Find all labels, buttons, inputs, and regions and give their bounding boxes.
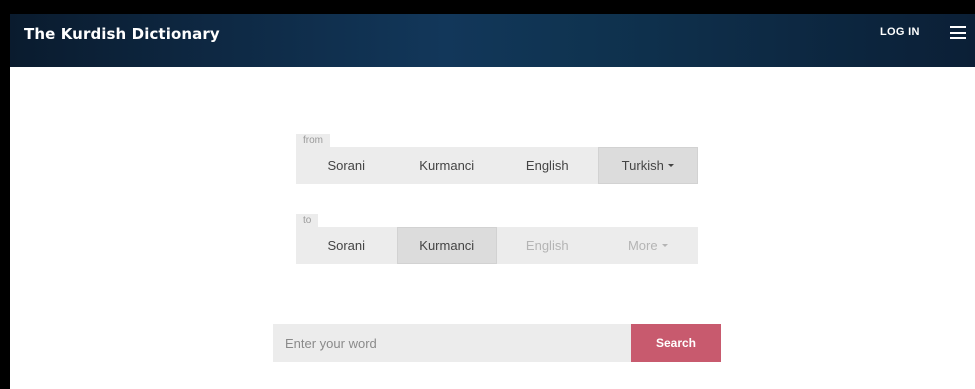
site-title[interactable]: The Kurdish Dictionary: [24, 25, 220, 43]
to-option-english[interactable]: English: [497, 227, 598, 264]
from-label: from: [296, 134, 330, 148]
to-option-sorani[interactable]: Sorani: [296, 227, 397, 264]
hamburger-menu-icon[interactable]: [950, 26, 966, 39]
to-label: to: [296, 214, 319, 228]
option-label: Sorani: [327, 238, 366, 253]
option-label: Sorani: [327, 158, 366, 173]
from-option-english[interactable]: English: [497, 147, 598, 184]
page: The Kurdish Dictionary LOG IN from Soran…: [10, 14, 975, 389]
option-label: Turkish: [621, 158, 664, 173]
menu-bar: [950, 26, 966, 28]
option-label: Kurmanci: [419, 158, 475, 173]
search-bar: Search: [273, 324, 721, 362]
login-link[interactable]: LOG IN: [880, 26, 920, 38]
word-search-input[interactable]: [273, 324, 631, 362]
to-language-selector: Sorani Kurmanci English More: [296, 227, 698, 264]
option-label: Kurmanci: [419, 238, 475, 253]
option-label: English: [525, 158, 569, 173]
option-label: More: [627, 238, 658, 253]
menu-bar: [950, 37, 966, 39]
from-language-selector: Sorani Kurmanci English Turkish: [296, 147, 698, 184]
from-option-turkish-dropdown[interactable]: Turkish: [597, 147, 698, 184]
search-button[interactable]: Search: [631, 324, 721, 362]
menu-bar: [950, 31, 966, 34]
from-option-kurmanci[interactable]: Kurmanci: [397, 147, 498, 184]
to-option-more-dropdown[interactable]: More: [598, 227, 699, 264]
to-option-kurmanci[interactable]: Kurmanci: [396, 227, 497, 264]
top-navbar: The Kurdish Dictionary LOG IN: [10, 14, 975, 67]
caret-down-icon: [661, 244, 668, 247]
from-option-sorani[interactable]: Sorani: [296, 147, 397, 184]
option-label: English: [525, 238, 569, 253]
caret-down-icon: [667, 164, 674, 167]
